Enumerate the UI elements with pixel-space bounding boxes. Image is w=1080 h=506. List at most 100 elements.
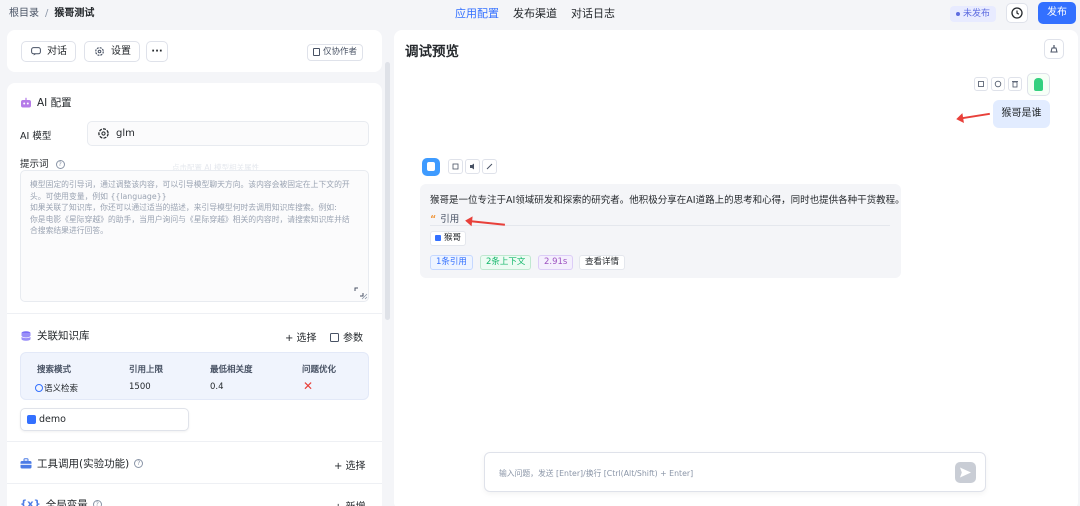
help-icon[interactable]: ? — [55, 160, 65, 169]
retry-icon[interactable] — [991, 77, 1005, 91]
context-tag[interactable]: 2条上下文 — [480, 255, 532, 270]
top-bar: 根目录 / 猴哥测试 应用配置 发布渠道 对话日志 未发布 发布 — [0, 0, 1080, 26]
broom-icon — [1050, 45, 1058, 53]
database-icon — [20, 330, 32, 342]
publish-button[interactable]: 发布 — [1038, 2, 1076, 24]
variables-title: {x} 全局变量 ? — [20, 497, 102, 506]
toolbar-card: 对话 设置 ··· 仅协作者 — [7, 30, 382, 72]
chat-button-label: 对话 — [47, 46, 67, 57]
copy-icon[interactable] — [974, 77, 988, 91]
breadcrumb-root[interactable]: 根目录 — [9, 8, 39, 19]
edit-icon — [330, 333, 339, 342]
history-button[interactable] — [1006, 3, 1028, 23]
bot-avatar — [422, 158, 440, 176]
variables-title-text: 全局变量 — [45, 499, 88, 506]
settings-button[interactable]: 设置 — [84, 41, 140, 62]
document-icon — [313, 47, 320, 56]
clock-icon — [1011, 7, 1023, 19]
breadcrumb: 根目录 / 猴哥测试 — [9, 4, 94, 19]
send-icon — [960, 467, 971, 478]
ai-model-label: AI 模型 — [20, 131, 52, 142]
annotation-arrow-icon — [962, 112, 990, 120]
knowledge-title: 关联知识库 — [20, 328, 90, 343]
prompt-placeholder-line: 合搜索结果进行回答。 — [30, 226, 108, 235]
breadcrumb-separator: / — [45, 8, 49, 19]
variables-add-button[interactable]: + 新增 — [334, 498, 366, 506]
resize-handle-icon[interactable] — [361, 293, 368, 300]
bot-message: 猴哥是一位专注于AI领域研发和探索的研究者。他积极分享在AI道路上的思考和心得，… — [420, 184, 905, 278]
delete-icon[interactable] — [1008, 77, 1022, 91]
quote-toggle[interactable]: “引用 — [430, 211, 459, 225]
ai-model-value: glm — [116, 128, 135, 139]
tools-title: 工具调用(实验功能) ? — [20, 456, 144, 471]
tab-publish-channel[interactable]: 发布渠道 — [513, 5, 557, 21]
tab-app-config[interactable]: 应用配置 — [455, 5, 499, 21]
dataset-chip-demo[interactable]: demo — [20, 408, 189, 431]
citations-tag[interactable]: 1条引用 — [430, 255, 473, 270]
divider — [7, 441, 382, 442]
prompt-label: 提示词 ? — [20, 156, 65, 170]
status-dot-icon — [956, 11, 960, 16]
debug-preview-card: 调试预览 猴哥是谁 猴哥是一位专注于AI领域研发和探索的研究者。他积极分享在AI… — [394, 30, 1078, 506]
clear-chat-button[interactable] — [1044, 39, 1064, 59]
tools-select-button[interactable]: + 选择 — [334, 457, 366, 472]
search-mode-cell: 语义检索 — [35, 382, 78, 394]
config-card: AI 配置 AI 模型 glm 提示词 ? 点击配置 AI 模型相关属性 模型固… — [7, 83, 382, 506]
breadcrumb-current: 猴哥测试 — [54, 8, 95, 19]
help-icon[interactable]: ? — [92, 500, 102, 506]
chat-bubble-icon — [31, 47, 41, 56]
chat-input[interactable] — [499, 465, 939, 481]
config-scrollbar[interactable] — [385, 62, 390, 320]
response-time-tag: 2.91s — [538, 255, 574, 270]
column-header: 搜索模式 — [37, 365, 72, 375]
gear-icon — [94, 46, 105, 57]
quote-source-tag[interactable]: 猴哥 — [430, 231, 467, 246]
semantic-search-icon — [35, 384, 43, 392]
quote-source-name: 猴哥 — [444, 233, 462, 243]
quote-icon: “ — [430, 214, 437, 225]
toolbox-icon — [20, 458, 32, 469]
robot-icon — [20, 97, 32, 109]
knowledge-select-button[interactable]: + 选择 — [285, 329, 317, 344]
prompt-textarea[interactable]: 模型固定的引导词，通过调整该内容，可以引导模型聊天方向。该内容会被固定在上下文的… — [20, 170, 369, 302]
optimize-off-icon: ✕ — [303, 379, 314, 393]
status-label: 未发布 — [963, 9, 991, 19]
help-icon[interactable]: ? — [134, 459, 144, 468]
divider — [7, 313, 382, 314]
similarity-cell: 0.4 — [210, 382, 224, 392]
ai-model-select[interactable]: glm — [87, 121, 369, 146]
prompt-label-text: 提示词 — [20, 159, 49, 170]
speaker-icon[interactable] — [465, 159, 480, 174]
dataset-icon — [435, 234, 441, 241]
dataset-icon — [27, 415, 36, 424]
knowledge-params-label: 参数 — [343, 333, 363, 344]
bot-message-text: 猴哥是一位专注于AI领域研发和探索的研究者。他积极分享在AI道路上的思考和心得，… — [430, 195, 905, 206]
quote-label: 引用 — [440, 214, 460, 225]
edit-icon[interactable] — [482, 159, 497, 174]
prompt-placeholder-line: 如果关联了知识库，你还可以通过适当的描述，来引导模型何时去调用知识库搜索。例如: — [30, 203, 337, 212]
ai-config-title-text: AI 配置 — [37, 97, 72, 109]
copy-icon[interactable] — [448, 159, 463, 174]
divider — [7, 483, 382, 484]
tools-title-text: 工具调用(实验功能) — [37, 458, 130, 470]
knowledge-settings-table[interactable]: 搜索模式 引用上限 最低相关度 问题优化 语义检索 1500 0.4 ✕ — [20, 352, 369, 400]
chat-button[interactable]: 对话 — [21, 41, 76, 62]
prompt-placeholder-line: 头。可使用变量，例如 {{language}} — [30, 191, 167, 201]
send-button[interactable] — [955, 462, 976, 483]
dataset-name: demo — [39, 414, 66, 425]
tab-chat-logs[interactable]: 对话日志 — [571, 5, 615, 21]
collab-label: 仅协作者 — [323, 47, 358, 57]
more-button[interactable]: ··· — [146, 41, 168, 62]
nav-tabs: 应用配置 发布渠道 对话日志 — [455, 5, 615, 21]
preview-title: 调试预览 — [405, 44, 459, 60]
knowledge-params-button[interactable]: 参数 — [330, 329, 363, 344]
knowledge-title-text: 关联知识库 — [37, 330, 90, 342]
limit-cell: 1500 — [129, 382, 151, 392]
settings-button-label: 设置 — [111, 46, 131, 57]
collaborator-only-badge[interactable]: 仅协作者 — [307, 44, 364, 61]
user-avatar — [1027, 73, 1050, 96]
user-message: 猴哥是谁 — [993, 100, 1050, 128]
column-header: 最低相关度 — [210, 365, 253, 375]
prompt-placeholder-line: 你是电影《星际穿越》的助手，当用户询问与《星际穿越》相关的内容时，请搜索知识库并… — [30, 214, 350, 224]
view-details-button[interactable]: 查看详情 — [579, 255, 626, 270]
